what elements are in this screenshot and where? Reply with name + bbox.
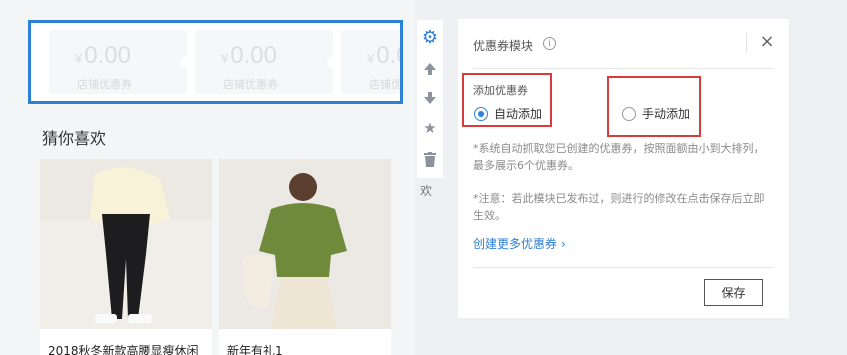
page-preview: ¥0.00 店铺优惠券 ¥0.00 店铺优惠券 ¥0.00 店铺优惠券 猜你喜欢 [0, 0, 415, 355]
radio-auto-add[interactable]: 自动添加 [474, 105, 542, 122]
currency-symbol: ¥ [75, 51, 83, 66]
coupon-notch [181, 56, 193, 68]
coupon-settings-panel: 优惠券模块 i × 添加优惠券 自动添加 手动添加 *系统自动抓取您已创建的优惠… [458, 19, 789, 318]
auto-fetch-note: *系统自动抓取您已创建的优惠券，按照面额由小到大排列，最多展示6个优惠券。 [473, 142, 765, 172]
radio-label[interactable]: 自动添加 [494, 105, 542, 122]
coupon-module[interactable]: ¥0.00 店铺优惠券 ¥0.00 店铺优惠券 ¥0.00 店铺优惠券 [28, 20, 403, 104]
publish-note: *注意：若此模块已发布过，则进行的修改在点击保存后立即生效。 [473, 192, 765, 222]
product-image[interactable] [40, 159, 212, 329]
section-title: 猜你喜欢 [42, 129, 107, 148]
gear-icon[interactable]: ⚙ [420, 28, 440, 48]
coupon-amount: ¥0.00 [221, 42, 277, 70]
coupon-amount: ¥0.00 [75, 42, 131, 70]
product-image[interactable] [219, 159, 391, 329]
coupon-card[interactable]: ¥0.00 店铺优惠券 [341, 30, 402, 94]
coupon-value: 0.00 [376, 42, 400, 69]
divider [473, 68, 774, 69]
product-card[interactable]: 2018秋冬新款高腰显瘦休闲 [40, 159, 212, 355]
coupon-card[interactable]: ¥0.00 店铺优惠券 [49, 30, 193, 94]
chevron-right-icon: › [561, 237, 566, 251]
radio-label[interactable]: 手动添加 [642, 105, 690, 122]
coupon-value: 0.00 [230, 42, 277, 69]
radio-button[interactable] [474, 106, 488, 121]
create-coupon-link-text[interactable]: 创建更多优惠券 [473, 237, 557, 251]
arrow-down-icon[interactable] [420, 88, 440, 108]
currency-symbol: ¥ [367, 51, 375, 66]
coupon-card[interactable]: ¥0.00 店铺优惠券 [195, 30, 339, 94]
partial-text: 欢 [420, 184, 433, 198]
close-icon[interactable]: × [758, 31, 776, 53]
coupon-value: 0.00 [84, 42, 131, 69]
arrow-up-icon[interactable] [420, 59, 440, 79]
coupon-label: 店铺优惠券 [223, 78, 278, 91]
add-coupon-label: 添加优惠券 [473, 84, 528, 97]
product-name[interactable]: 新年有礼1 [227, 342, 283, 355]
coupon-label: 店铺优惠券 [77, 78, 132, 91]
product-card[interactable]: 新年有礼1 [219, 159, 391, 355]
coupon-amount: ¥0.00 [367, 42, 400, 70]
divider [473, 267, 774, 268]
star-icon[interactable]: ★ [420, 118, 440, 138]
radio-button[interactable] [622, 106, 636, 121]
product-name[interactable]: 2018秋冬新款高腰显瘦休闲 [48, 342, 199, 355]
create-coupon-link[interactable]: 创建更多优惠券 › [473, 235, 566, 252]
coupon-label: 店铺优惠券 [369, 78, 402, 91]
panel-title: 优惠券模块 [473, 39, 534, 53]
divider [746, 33, 747, 53]
trash-icon[interactable] [420, 150, 440, 170]
module-toolbar: ⚙ ★ [417, 20, 443, 178]
info-icon[interactable]: i [543, 37, 556, 50]
coupon-notch [327, 56, 339, 68]
save-button[interactable]: 保存 [704, 279, 763, 306]
radio-manual-add[interactable]: 手动添加 [622, 105, 690, 122]
currency-symbol: ¥ [221, 51, 229, 66]
